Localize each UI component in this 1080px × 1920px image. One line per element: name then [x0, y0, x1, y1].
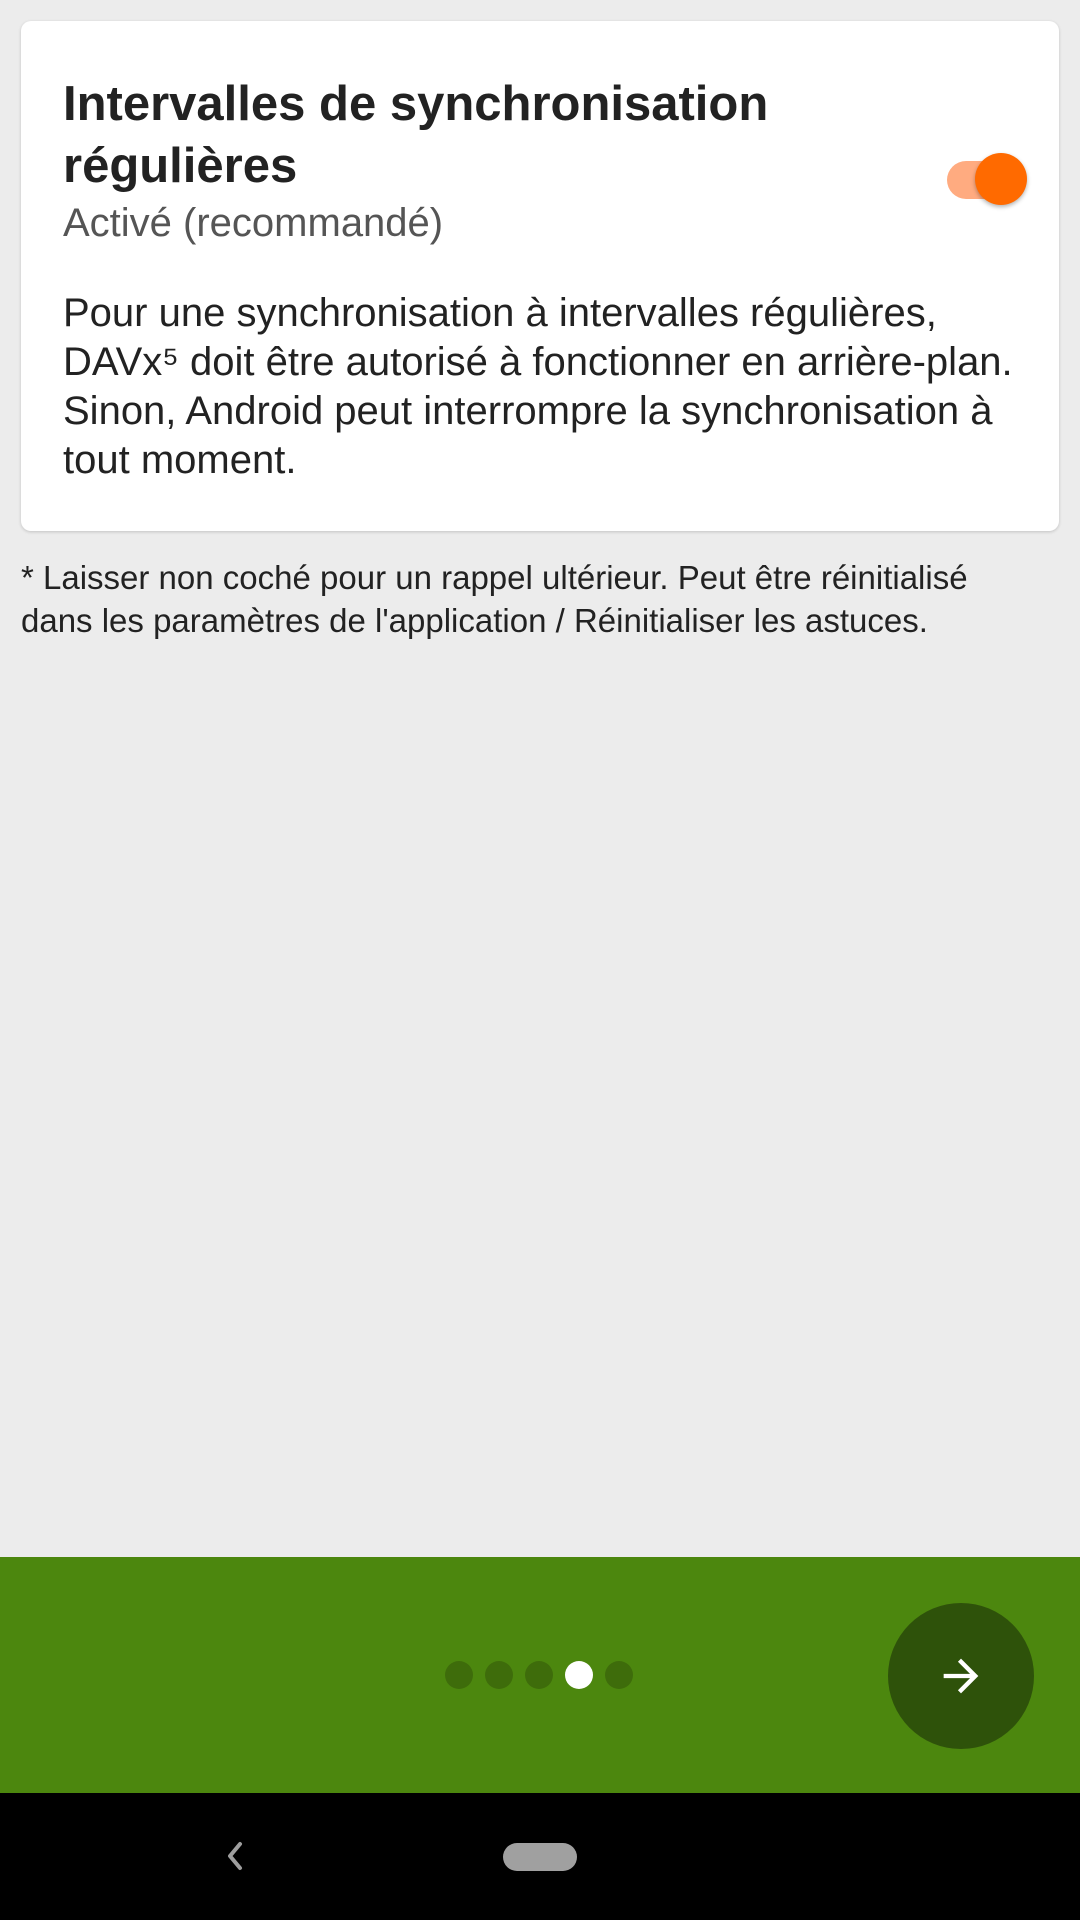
arrow-right-icon — [943, 1658, 979, 1694]
card-title: Intervalles de synchronisation régulière… — [63, 77, 769, 193]
bottom-bar — [0, 1557, 1080, 1793]
card-status: Activé (recommandé) — [63, 201, 444, 245]
nav-back-button[interactable] — [212, 1833, 258, 1879]
page-dot-3[interactable] — [525, 1661, 553, 1689]
page-dot-2[interactable] — [485, 1661, 513, 1689]
sync-interval-card: Intervalles de synchronisation régulière… — [21, 21, 1059, 531]
page-dot-1[interactable] — [445, 1661, 473, 1689]
page-dot-4-active[interactable] — [565, 1661, 593, 1689]
page-indicator — [445, 1661, 633, 1689]
sync-interval-toggle[interactable] — [925, 136, 1029, 226]
screen: Intervalles de synchronisation régulière… — [0, 0, 1080, 1920]
system-nav-bar — [0, 1793, 1080, 1920]
home-pill-icon[interactable] — [503, 1843, 577, 1871]
next-button[interactable] — [888, 1603, 1034, 1749]
chevron-left-icon — [228, 1842, 242, 1870]
card-description: Pour une synchronisation à intervalles r… — [63, 291, 1013, 482]
page-dot-5[interactable] — [605, 1661, 633, 1689]
toggle-thumb — [975, 153, 1027, 205]
footnote: * Laisser non coché pour un rappel ultér… — [21, 559, 968, 639]
